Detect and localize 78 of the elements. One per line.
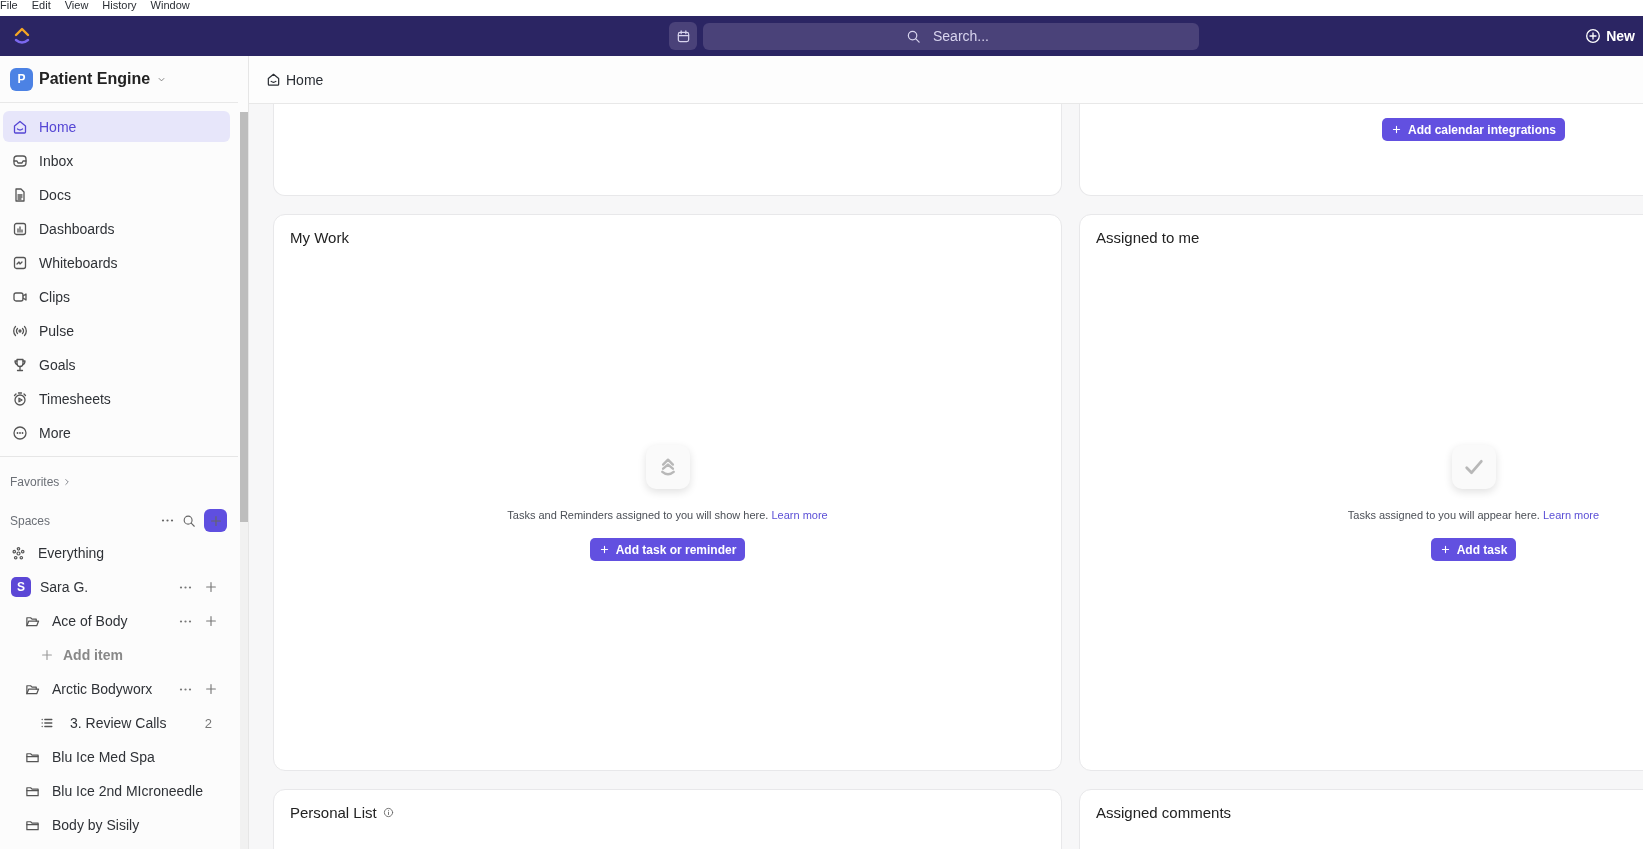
plus-icon <box>598 544 610 555</box>
add-space-button[interactable] <box>204 509 227 532</box>
nav-item[interactable]: More <box>3 417 230 448</box>
nav-item[interactable]: Home <box>3 111 230 142</box>
nav-item[interactable]: Timesheets <box>3 383 230 414</box>
plus-icon <box>1439 544 1451 555</box>
nav-item[interactable]: Whiteboards <box>3 247 230 278</box>
menu-item[interactable]: File <box>0 0 18 16</box>
checkmark-icon <box>1451 445 1496 489</box>
card-title: Personal List <box>290 804 377 821</box>
menu-item[interactable]: History <box>102 0 137 16</box>
more-dots-icon <box>161 519 174 522</box>
tree-item[interactable]: Blu Ice Med Spa <box>0 740 240 774</box>
space-avatar: S <box>11 577 31 597</box>
calendar-icon <box>675 28 691 44</box>
document-icon <box>12 186 28 203</box>
tree-item[interactable]: Blu Ice 2nd MIcroneedle <box>0 774 240 808</box>
workspace-avatar: P <box>10 67 33 91</box>
stopwatch-icon <box>12 390 28 407</box>
plus-circle-icon <box>1585 28 1602 44</box>
plus-icon <box>1391 124 1402 135</box>
logo-icon[interactable] <box>14 27 30 45</box>
tree-item[interactable]: Ace of Body <box>0 604 240 638</box>
nav-item[interactable]: Pulse <box>3 315 230 346</box>
network-icon <box>11 545 26 561</box>
workspace-switcher[interactable]: P Patient Engine <box>0 56 238 103</box>
workspace-name: Patient Engine <box>39 70 151 88</box>
nav-item[interactable]: Dashboards <box>3 213 230 244</box>
add-button[interactable]: Add task or reminder <box>589 538 746 561</box>
more-icon <box>12 424 28 441</box>
card-title: Assigned comments <box>1096 804 1232 821</box>
tree-item[interactable]: Arctic Bodyworx <box>0 672 240 706</box>
plus-icon <box>208 513 223 528</box>
search-icon <box>182 513 196 528</box>
section-label: Spaces <box>10 513 52 528</box>
card-title: My Work <box>290 229 349 246</box>
inbox-tray-icon <box>12 152 28 169</box>
more-dots-icon <box>179 619 192 623</box>
breadcrumb[interactable]: Home <box>266 71 324 88</box>
plus-icon <box>40 648 54 662</box>
favorites-toggle[interactable]: Favorites <box>0 457 83 497</box>
learn-more-link[interactable]: Learn more <box>771 509 828 521</box>
tree-item[interactable]: Everything <box>0 536 240 570</box>
menu-item[interactable]: Window <box>150 0 190 16</box>
bar-chart-icon <box>12 220 28 237</box>
calendar-button[interactable] <box>669 22 697 50</box>
more-dots-icon <box>179 687 192 691</box>
nav-item[interactable]: Inbox <box>3 145 230 176</box>
plus-icon <box>204 682 218 696</box>
add-button[interactable]: Add task <box>1430 538 1517 561</box>
new-button[interactable]: New <box>1585 26 1635 46</box>
card-title: Assigned to me <box>1096 229 1200 246</box>
add-button[interactable]: Add calendar integrations <box>1382 118 1565 141</box>
info-icon <box>382 807 394 818</box>
tree-item[interactable]: 3. Review Calls 2 <box>0 706 240 740</box>
menu-item[interactable]: Edit <box>31 0 51 16</box>
more-dots-icon <box>179 585 192 589</box>
nav-item[interactable]: Goals <box>3 349 230 380</box>
tree-item[interactable]: Body by Sisily <box>0 808 240 842</box>
trophy-icon <box>12 356 28 373</box>
house-icon <box>266 72 281 87</box>
stacked-chevrons-icon <box>645 445 690 489</box>
plus-icon <box>204 580 218 594</box>
nav-item[interactable]: Clips <box>3 281 230 312</box>
learn-more-link[interactable]: Learn more <box>1542 509 1600 521</box>
whiteboard-icon <box>12 254 28 271</box>
scrollbar[interactable] <box>240 112 248 849</box>
empty-message: Tasks and Reminders assigned to you will show here. Learn more <box>507 509 828 521</box>
house-icon <box>12 118 28 135</box>
list-icon <box>40 716 54 730</box>
plus-icon <box>204 614 218 628</box>
item-count: 2 <box>204 715 212 731</box>
tree-item[interactable]: S Sara G. <box>0 570 240 604</box>
search-field[interactable]: Search... <box>703 22 1199 50</box>
nav-item[interactable]: Docs <box>3 179 230 210</box>
search-icon <box>906 28 921 44</box>
empty-message: Tasks assigned to you will appear here. Learn more <box>1347 509 1600 521</box>
menu-item[interactable]: View <box>64 0 89 16</box>
